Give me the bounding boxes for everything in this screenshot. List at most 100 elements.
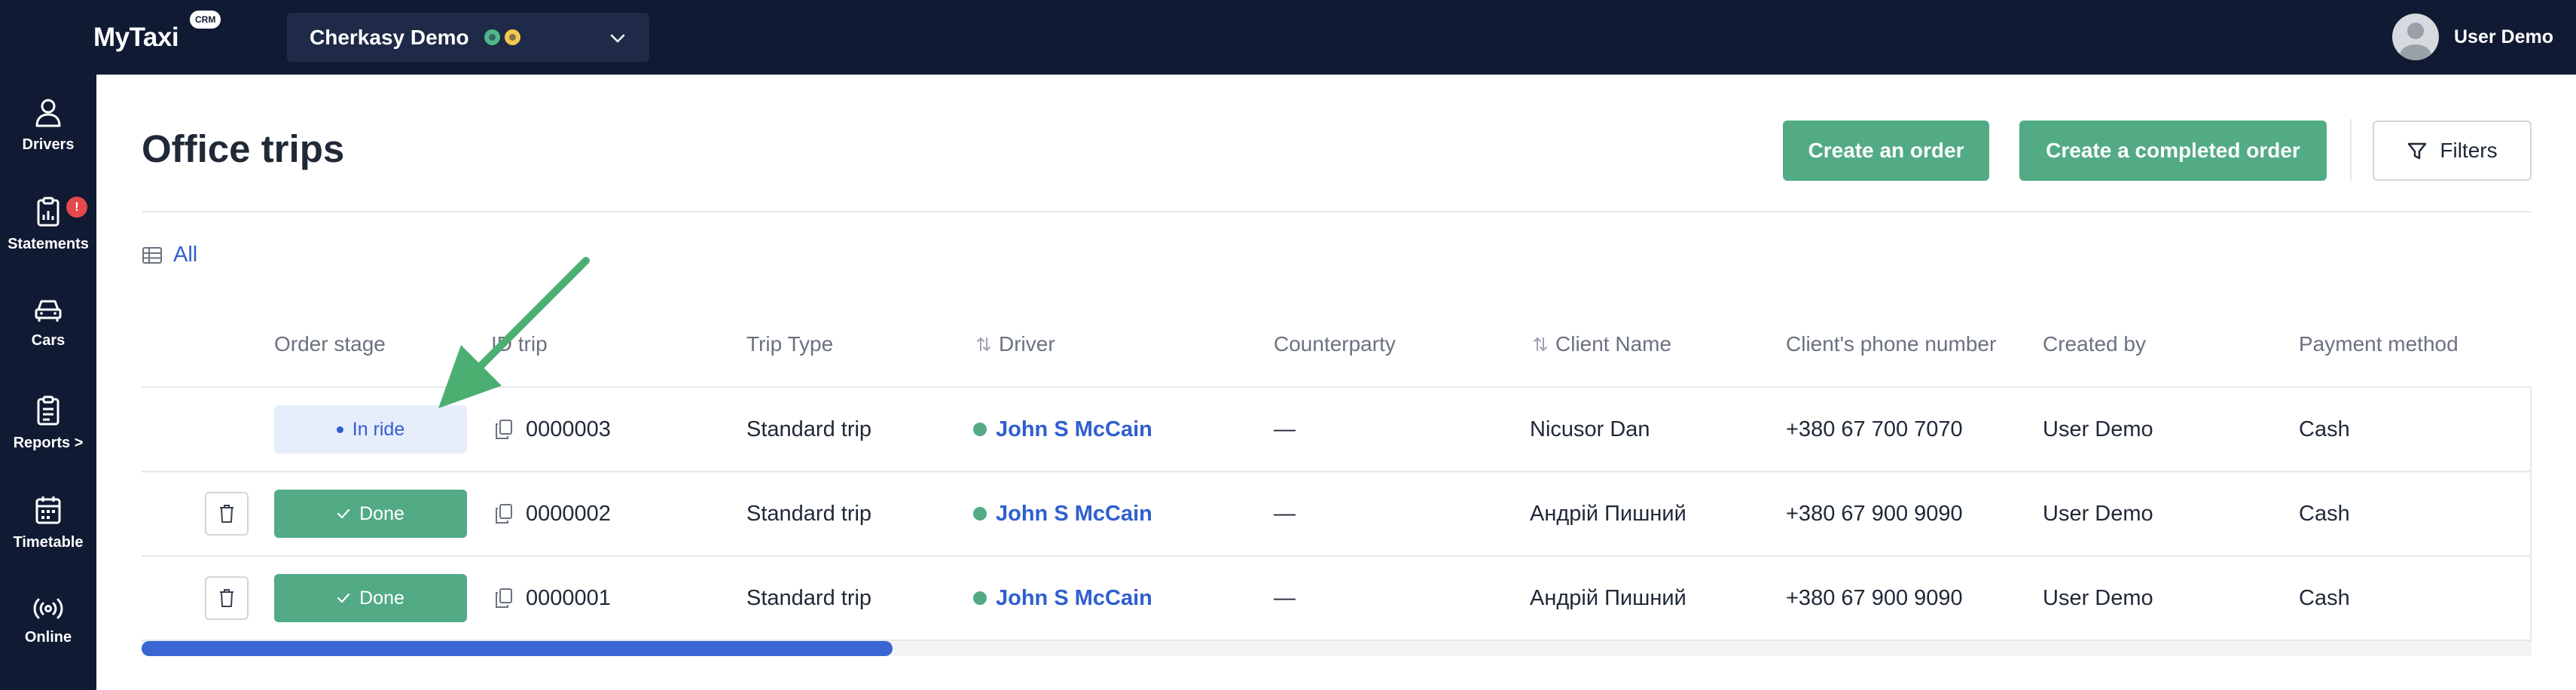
counterparty-cell: —	[1274, 501, 1296, 526]
driver-link[interactable]: John S McCain	[996, 502, 1152, 527]
driver-link[interactable]: John S McCain	[996, 417, 1152, 442]
user-icon	[35, 99, 61, 127]
column-header-trip-type[interactable]: Trip Type	[746, 332, 833, 356]
create-completed-order-button[interactable]: Create a completed order	[2019, 121, 2327, 181]
check-icon	[337, 593, 350, 603]
column-header-counterparty[interactable]: Counterparty	[1274, 332, 1396, 356]
column-header-client-phone[interactable]: Client's phone number	[1786, 332, 1996, 356]
divider	[142, 211, 2532, 212]
client-name-cell: Андрій Пишний	[1530, 501, 1686, 526]
column-header-created-by[interactable]: Created by	[2043, 332, 2146, 356]
calendar-icon	[35, 496, 61, 524]
payment-method-cell: Cash	[2299, 501, 2350, 526]
view-tab-label: All	[173, 243, 198, 267]
sidebar-item-timetable[interactable]: Timetable	[0, 495, 96, 585]
avatar	[2392, 14, 2439, 60]
clipboard-list-icon	[37, 395, 60, 426]
company-name: Cherkasy Demo	[310, 25, 469, 49]
chevron-down-icon	[610, 34, 625, 43]
table-row[interactable]: Done 0000002 Standard trip John S McCain…	[142, 471, 2532, 555]
client-name-cell: Андрій Пишний	[1530, 585, 1686, 610]
driver-status-icon	[973, 591, 987, 605]
broadcast-icon	[33, 598, 63, 619]
company-selector[interactable]: Cherkasy Demo	[287, 13, 649, 62]
driver-status-icon	[973, 507, 987, 521]
driver-cell[interactable]: John S McCain	[973, 472, 1152, 555]
divider	[2350, 119, 2352, 181]
user-name: User Demo	[2454, 26, 2553, 47]
stage-label: In ride	[352, 418, 405, 440]
column-header-label: Created by	[2043, 332, 2146, 356]
trip-id: 0000002	[526, 501, 611, 526]
dot-icon	[336, 426, 343, 433]
client-phone-cell: +380 67 900 9090	[1786, 501, 1963, 526]
user-menu[interactable]: User Demo	[2392, 14, 2553, 60]
column-header-driver[interactable]: Driver	[976, 332, 1055, 356]
sidebar-item-drivers[interactable]: Drivers	[0, 97, 96, 188]
client-name-cell: Nicusor Dan	[1530, 417, 1650, 441]
stage-label: Done	[359, 502, 404, 524]
sidebar-item-label: Timetable	[13, 534, 84, 551]
clipboard-chart-icon	[37, 197, 60, 227]
copy-icon[interactable]	[494, 588, 514, 609]
sidebar-item-online[interactable]: Online	[0, 597, 96, 688]
view-tab-all[interactable]: All	[142, 243, 197, 267]
column-header-label: Trip Type	[746, 332, 834, 356]
driver-cell[interactable]: John S McCain	[973, 557, 1152, 640]
payment-method-cell: Cash	[2299, 417, 2350, 441]
copy-icon[interactable]	[494, 419, 514, 440]
avatar-icon	[2400, 23, 2431, 60]
column-header-payment-method[interactable]: Payment method	[2299, 332, 2458, 356]
stage-label: Done	[359, 587, 404, 609]
notification-badge: !	[66, 197, 87, 218]
sidebar-item-statements[interactable]: ! Statements	[0, 197, 96, 287]
filters-label: Filters	[2440, 139, 2498, 162]
annotation-arrow-icon	[438, 257, 590, 408]
app-logo[interactable]: MyTaxi	[93, 23, 179, 53]
delete-button[interactable]	[205, 492, 249, 536]
trip-id-cell: 0000001	[494, 557, 611, 640]
create-order-button[interactable]: Create an order	[1783, 121, 1989, 181]
crm-badge: CRM	[188, 9, 223, 30]
sidebar: Drivers ! Statements Cars Reports > Time…	[0, 75, 96, 690]
stage-badge[interactable]: Done	[274, 490, 467, 538]
trip-type-cell: Standard trip	[746, 417, 872, 441]
stage-badge[interactable]: Done	[274, 574, 467, 622]
delete-button[interactable]	[205, 576, 249, 620]
car-icon	[35, 300, 62, 322]
filters-button[interactable]: Filters	[2373, 121, 2532, 181]
column-header-label: Counterparty	[1274, 332, 1396, 356]
trip-type-cell: Standard trip	[746, 585, 872, 610]
column-header-label: Client's phone number	[1786, 332, 1997, 356]
sort-icon	[1534, 337, 1547, 352]
status-yellow-icon	[504, 29, 520, 45]
page-title: Office trips	[142, 127, 345, 170]
table-icon	[142, 246, 162, 264]
column-header-label: Payment method	[2299, 332, 2458, 356]
counterparty-cell: —	[1274, 585, 1296, 610]
check-icon	[337, 508, 350, 519]
filter-icon	[2408, 142, 2427, 160]
column-header-order-stage[interactable]: Order stage	[274, 332, 386, 356]
column-header-label: Driver	[999, 332, 1055, 356]
driver-status-icon	[973, 423, 987, 436]
driver-cell[interactable]: John S McCain	[973, 388, 1152, 471]
sidebar-item-cars[interactable]: Cars	[0, 298, 96, 388]
counterparty-cell: —	[1274, 417, 1296, 441]
trip-id: 0000001	[526, 585, 611, 610]
column-header-label: Client Name	[1555, 332, 1672, 356]
column-header-label: Order stage	[274, 332, 386, 356]
sidebar-item-reports[interactable]: Reports >	[0, 395, 96, 486]
trash-icon	[220, 505, 233, 523]
created-by-cell: User Demo	[2043, 501, 2153, 526]
table-row[interactable]: Done 0000001 Standard trip John S McCain…	[142, 555, 2532, 640]
status-green-icon	[484, 29, 500, 45]
client-phone-cell: +380 67 900 9090	[1786, 585, 1963, 610]
created-by-cell: User Demo	[2043, 585, 2153, 610]
copy-icon[interactable]	[494, 503, 514, 524]
scrollbar-thumb[interactable]	[142, 641, 893, 656]
sort-icon	[977, 337, 990, 352]
trip-type-cell: Standard trip	[746, 501, 872, 526]
column-header-client-name[interactable]: Client Name	[1533, 332, 1671, 356]
driver-link[interactable]: John S McCain	[996, 586, 1152, 611]
